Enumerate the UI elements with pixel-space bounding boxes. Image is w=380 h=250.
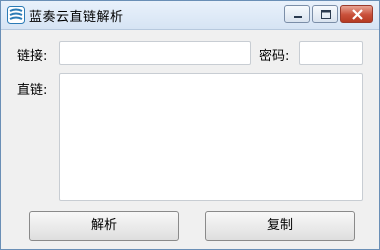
close-icon — [352, 9, 363, 20]
close-button[interactable] — [340, 5, 373, 23]
title-bar[interactable]: 蓝奏云直链解析 — [1, 1, 379, 30]
minimize-icon — [294, 16, 302, 18]
window-title: 蓝奏云直链解析 — [29, 10, 124, 25]
app-window: 蓝奏云直链解析 链接: 密码: 直链: 解析 复制 — [0, 0, 380, 250]
copy-button[interactable]: 复制 — [205, 211, 355, 241]
maximize-button[interactable] — [312, 5, 338, 23]
password-label: 密码: — [259, 49, 290, 64]
maximize-icon — [321, 10, 331, 19]
parse-button[interactable]: 解析 — [29, 211, 179, 241]
link-input[interactable] — [59, 41, 251, 65]
password-input[interactable] — [299, 41, 363, 65]
minimize-button[interactable] — [284, 5, 310, 23]
direct-link-output[interactable] — [59, 73, 363, 201]
direct-link-label: 直链: — [17, 83, 48, 98]
app-logo-icon — [7, 6, 25, 24]
link-label: 链接: — [17, 49, 48, 64]
